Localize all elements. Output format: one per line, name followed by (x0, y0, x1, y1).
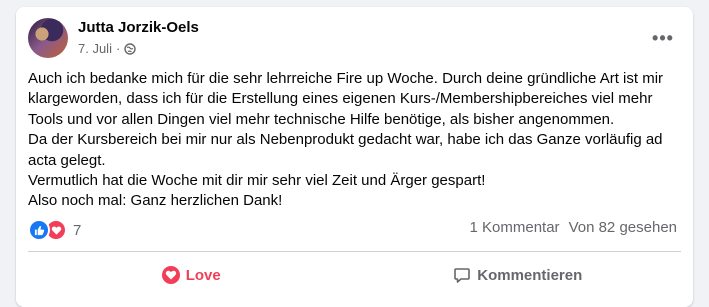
view-count[interactable]: Von 82 gesehen (569, 219, 677, 236)
post-paragraph: Auch ich bedanke mich für die sehr lehrr… (28, 70, 664, 128)
comment-icon (453, 266, 471, 284)
meta-separator: · (115, 41, 121, 56)
reaction-count: 7 (73, 221, 82, 239)
post-meta: 7. Juli · (78, 41, 137, 56)
action-bar: Love Kommentieren (28, 255, 681, 295)
love-button-label: Love (185, 266, 221, 284)
comment-count-link[interactable]: 1 Kommentar (470, 219, 560, 236)
post-paragraph: Also noch mal: Ganz herzlichen Dank! (28, 192, 283, 210)
comment-button[interactable]: Kommentieren (355, 255, 682, 295)
post-date[interactable]: 7. Juli (78, 41, 112, 56)
post-card: Jutta Jorzik-Oels 7. Juli · ••• Auch ich… (16, 7, 693, 307)
comment-button-label: Kommentieren (477, 266, 583, 284)
post-body: Auch ich bedanke mich für die sehr lehrr… (28, 69, 678, 212)
author-name[interactable]: Jutta Jorzik-Oels (78, 19, 199, 36)
post-stats: 7 1 Kommentar Von 82 gesehen (28, 219, 677, 241)
love-button[interactable]: Love (28, 255, 355, 295)
more-options-button[interactable]: ••• (649, 24, 677, 52)
post-header: Jutta Jorzik-Oels 7. Juli · ••• (28, 18, 681, 62)
post-paragraph: Da der Kursbereich bei mir nur als Neben… (28, 131, 663, 169)
stats-right: 1 Kommentar Von 82 gesehen (470, 219, 677, 236)
avatar[interactable] (28, 18, 68, 58)
post-paragraph: Vermutlich hat die Woche mit dir mir seh… (28, 172, 486, 190)
globe-icon[interactable] (124, 42, 137, 55)
reactions-summary[interactable]: 7 (28, 219, 81, 241)
like-icon (28, 219, 50, 241)
divider (28, 251, 681, 252)
love-heart-icon (161, 266, 180, 284)
